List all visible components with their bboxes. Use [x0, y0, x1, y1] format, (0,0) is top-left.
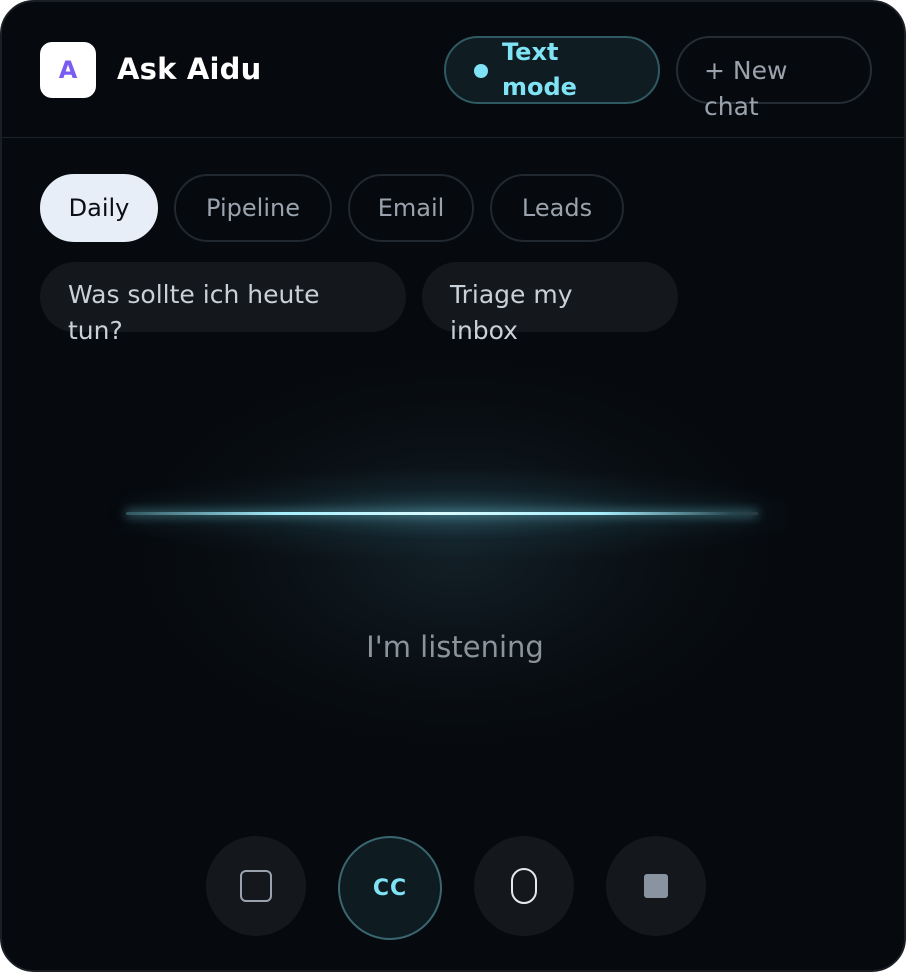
- suggestion-chip[interactable]: Was sollte ich heute tun?: [40, 262, 406, 345]
- captions-button[interactable]: CC: [338, 836, 442, 940]
- header: A Ask Aidu Text mode + New chat: [2, 2, 904, 138]
- stop-button[interactable]: [606, 836, 706, 936]
- square-outline-icon: [240, 870, 272, 902]
- tab-email[interactable]: Email: [348, 174, 474, 242]
- new-chat-button[interactable]: + New chat: [676, 36, 872, 121]
- app-title: Ask Aidu: [117, 52, 262, 86]
- text-mode-button[interactable]: Text mode: [444, 36, 660, 104]
- microphone-icon: [511, 868, 537, 904]
- new-chat-label: + New chat: [704, 56, 788, 121]
- tab-daily[interactable]: Daily: [40, 174, 158, 242]
- listening-status: I'm listening: [366, 630, 544, 664]
- tab-label: Leads: [521, 194, 593, 222]
- tab-label: Daily: [68, 194, 130, 222]
- app-logo: A: [40, 42, 96, 98]
- tab-leads[interactable]: Leads: [490, 174, 624, 242]
- suggestion-label: Triage my inbox: [450, 280, 573, 345]
- tab-pipeline[interactable]: Pipeline: [174, 174, 332, 242]
- logo-letter: A: [58, 56, 78, 84]
- microphone-button[interactable]: [474, 836, 574, 936]
- assistant-panel: A Ask Aidu Text mode + New chat Daily Pi…: [0, 0, 906, 972]
- suggestion-label: Was sollte ich heute tun?: [68, 280, 320, 345]
- mode-indicator-dot-icon: [474, 64, 488, 78]
- tab-label: Pipeline: [206, 194, 300, 222]
- stop-icon: [644, 874, 668, 898]
- tab-label: Email: [377, 194, 445, 222]
- audio-waveform: [126, 512, 758, 515]
- suggestion-chip[interactable]: Triage my inbox: [422, 262, 678, 345]
- text-mode-label: Text mode: [502, 38, 577, 101]
- captions-label: CC: [372, 875, 408, 901]
- screen-share-button[interactable]: [206, 836, 306, 936]
